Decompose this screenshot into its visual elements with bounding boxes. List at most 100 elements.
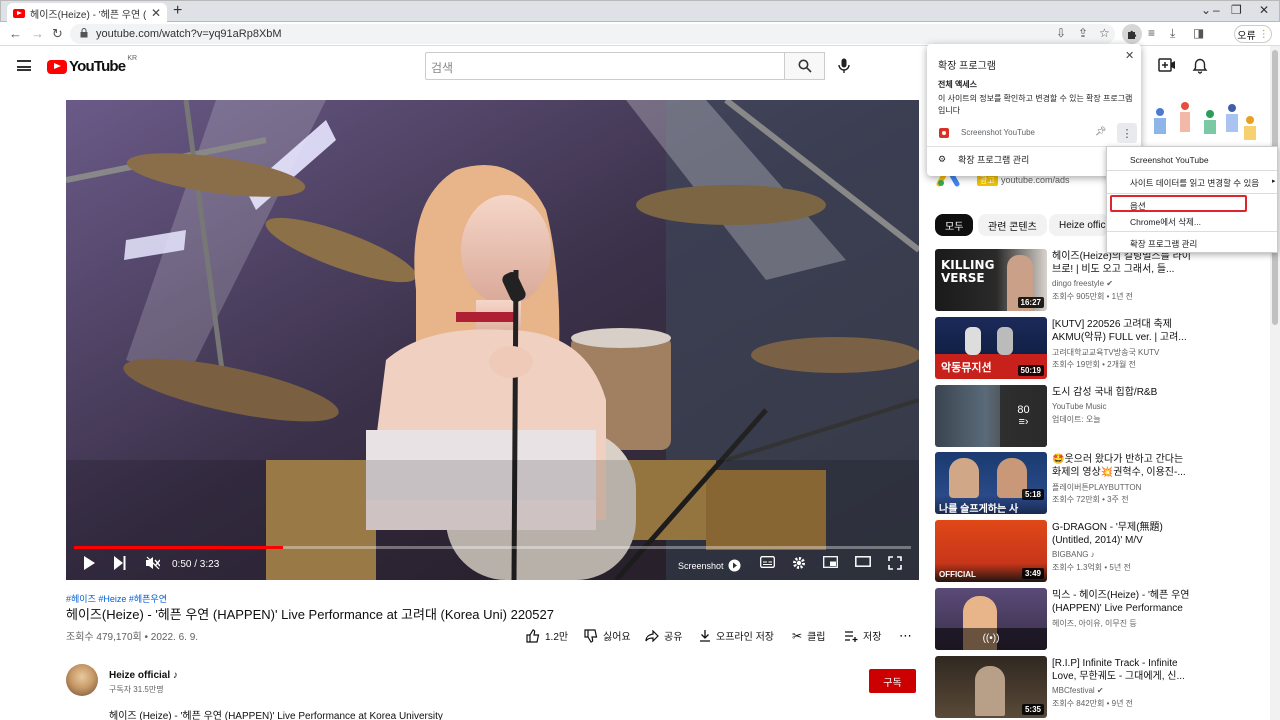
play-icon[interactable] [83, 556, 95, 573]
back-icon[interactable]: ← [9, 26, 22, 41]
search-button[interactable] [785, 52, 825, 80]
playlist-thumbnail[interactable]: 80 ≡› [935, 385, 1047, 447]
channel-name[interactable]: Heize official ♪ [109, 670, 178, 681]
next-icon[interactable] [114, 556, 126, 573]
close-icon[interactable]: ✕ [1125, 49, 1134, 62]
profile-button[interactable]: 오류 ⋮ [1234, 25, 1272, 43]
search-input[interactable]: 검색 [425, 52, 785, 80]
chip-related[interactable]: 관련 콘텐츠 [978, 214, 1047, 236]
youtube-logo[interactable]: YouTube KR [47, 55, 138, 75]
close-window-icon[interactable]: ✕ [1259, 3, 1269, 17]
recommended-channel: 플레이버튼PLAYBUTTON [1052, 483, 1142, 492]
recommended-video[interactable]: KILLING VERSE 16:27 헤이즈(Heize)의 킬링벌스를 라이… [935, 249, 1265, 313]
video-description[interactable]: 헤이즈 (Heize) - '헤픈 우연 (HAPPEN)' Live Perf… [109, 707, 443, 720]
recommended-video[interactable]: 나를 슬프게하는 사 5:18 🤩웃으러 왔다가 반하고 간다는 화제의 영상💥… [935, 452, 1265, 516]
chip-channel[interactable]: Heize offici [1049, 214, 1109, 236]
recommended-title: 도시 감성 국내 힙합/R&B [1052, 387, 1158, 398]
video-thumbnail[interactable]: OFFICIAL 3:49 [935, 520, 1047, 582]
subtitles-icon[interactable] [760, 556, 775, 571]
subscriber-count: 구독자 31.5만명 [109, 685, 164, 694]
ad-url[interactable]: youtube.com/ads [1001, 175, 1070, 185]
recommended-video[interactable]: 악동뮤지션 50:19 [KUTV] 220526 고려대 축제 AKMU(악뮤… [935, 317, 1265, 381]
view-count-date: 조회수 479,170회 • 2022. 6. 9. [66, 632, 199, 643]
reading-list-icon[interactable]: ≡ [1148, 26, 1155, 40]
access-heading: 전체 액세스 [938, 80, 978, 89]
new-tab-icon[interactable]: + [173, 2, 182, 20]
mute-icon[interactable] [146, 556, 161, 573]
minimize-icon[interactable]: – [1213, 3, 1220, 17]
extension-more-icon[interactable]: ⋮ [1117, 123, 1137, 143]
access-description: 이 사이트의 정보를 확인하고 변경할 수 있는 확장 프로그램입니다 [938, 94, 1133, 115]
menu-item-manage[interactable]: 확장 프로그램 관리 [1107, 234, 1277, 252]
forward-icon[interactable]: → [31, 26, 44, 41]
recommended-meta: 업데이트: 오늘 [1052, 415, 1101, 424]
page-save-icon[interactable]: ⇩ [1056, 26, 1066, 40]
video-thumbnail[interactable]: 악동뮤지션 50:19 [935, 317, 1047, 379]
browser-toolbar: ← → ↻ youtube.com/watch?v=yq91aRp8XbM ⇩ … [0, 22, 1280, 46]
dislike-button[interactable]: 싫어요 [584, 628, 631, 643]
options-highlight-box [1110, 195, 1247, 212]
screenshot-button[interactable]: Screenshot [678, 559, 741, 572]
video-player[interactable] [66, 100, 919, 580]
channel-avatar[interactable] [66, 664, 98, 696]
playlist-add-icon [845, 630, 858, 642]
notification-bell-icon[interactable] [1192, 58, 1208, 74]
logo-region: KR [127, 55, 138, 62]
extensions-puzzle-icon[interactable] [1122, 24, 1142, 44]
recommended-title: 헤이즈(Heize)의 킬링벌스를 라이브로! | 비도 오고 그래서, 들..… [1052, 251, 1191, 275]
thumbs-down-icon [584, 628, 598, 643]
menu-item-extension-name[interactable]: Screenshot YouTube [1107, 151, 1277, 169]
share-icon[interactable]: ⇪ [1078, 26, 1088, 40]
mix-overlay: ((•)) [935, 628, 1047, 650]
menu-item-site-access[interactable]: 사이트 데이터를 읽고 변경할 수 있음 ▸ [1107, 173, 1277, 191]
theater-mode-icon[interactable] [855, 556, 871, 570]
miniplayer-icon[interactable] [823, 556, 838, 571]
kebab-menu-icon: ⋮ [1258, 28, 1269, 40]
downloads-icon[interactable]: ⤓ [1170, 26, 1175, 41]
extension-item[interactable]: Screenshot YouTube 📌︎ ⋮ [927, 122, 1141, 144]
video-thumbnail[interactable]: 5:35 [935, 656, 1047, 718]
search-icon [798, 59, 812, 73]
share-button[interactable]: 공유 [645, 628, 682, 643]
side-panel-icon[interactable]: ◨ [1193, 26, 1204, 40]
video-frame [66, 100, 919, 580]
reload-icon[interactable]: ↻ [52, 26, 63, 42]
thumbnail-caption: 악동뮤지션 [941, 362, 992, 374]
hamburger-menu-icon[interactable] [17, 60, 31, 71]
chevron-down-icon[interactable]: ⌄ [1201, 3, 1211, 17]
bookmark-star-icon[interactable]: ☆ [1099, 26, 1110, 40]
offline-save-button[interactable]: 오프라인 저장 [699, 628, 774, 643]
close-tab-icon[interactable]: ✕ [151, 6, 161, 20]
mix-thumbnail[interactable]: ((•)) [935, 588, 1047, 650]
recommended-video[interactable]: 5:35 [R.I.P] Infinite Track - Infinite L… [935, 656, 1265, 720]
recommended-mix[interactable]: ((•)) 믹스 - 헤이즈(Heize) - '헤픈 우연 (HAPPEN)'… [935, 588, 1265, 652]
video-thumbnail[interactable]: KILLING VERSE 16:27 [935, 249, 1047, 311]
menu-separator [1107, 170, 1277, 171]
offline-save-label: 오프라인 저장 [716, 632, 774, 643]
chip-all[interactable]: 모두 [935, 214, 974, 236]
save-button[interactable]: 저장 [844, 628, 881, 643]
extension-name: Screenshot YouTube [961, 128, 1035, 137]
progress-played[interactable] [74, 546, 284, 549]
thumbs-up-icon [526, 628, 540, 643]
recommended-video[interactable]: OFFICIAL 3:49 G-DRAGON - '무제(無題) (Untitl… [935, 520, 1265, 584]
fullscreen-icon[interactable] [888, 556, 902, 573]
microphone-icon[interactable] [834, 56, 854, 76]
create-video-icon[interactable] [1158, 58, 1176, 72]
settings-gear-icon[interactable] [792, 556, 806, 573]
thumbnail-person [949, 458, 979, 498]
menu-item-remove[interactable]: Chrome에서 삭제... [1107, 212, 1277, 230]
clip-button[interactable]: ✂ 클립 [792, 628, 825, 644]
pin-icon[interactable]: 📌︎ [1095, 126, 1106, 137]
like-button[interactable]: 1.2만 [526, 628, 568, 643]
playlist-overlay: 80 ≡› [1000, 385, 1047, 447]
browser-tab[interactable]: 헤이즈(Heize) - '헤픈 우연 (HA ✕ [7, 3, 167, 23]
subscribe-button[interactable]: 구독 [869, 669, 916, 693]
more-actions-icon[interactable]: ⋯ [899, 628, 912, 644]
video-thumbnail[interactable]: 나를 슬프게하는 사 5:18 [935, 452, 1047, 514]
address-bar[interactable]: youtube.com/watch?v=yq91aRp8XbM [70, 24, 1115, 44]
restore-icon[interactable]: ❐ [1231, 3, 1242, 17]
recommended-playlist[interactable]: 80 ≡› 도시 감성 국내 힙합/R&B YouTube Music 업데이트… [935, 385, 1265, 449]
recommended-meta: 조회수 905만회 • 1년 전 [1052, 292, 1134, 301]
manage-extensions-link[interactable]: ⚙ 확장 프로그램 관리 [938, 153, 1029, 166]
